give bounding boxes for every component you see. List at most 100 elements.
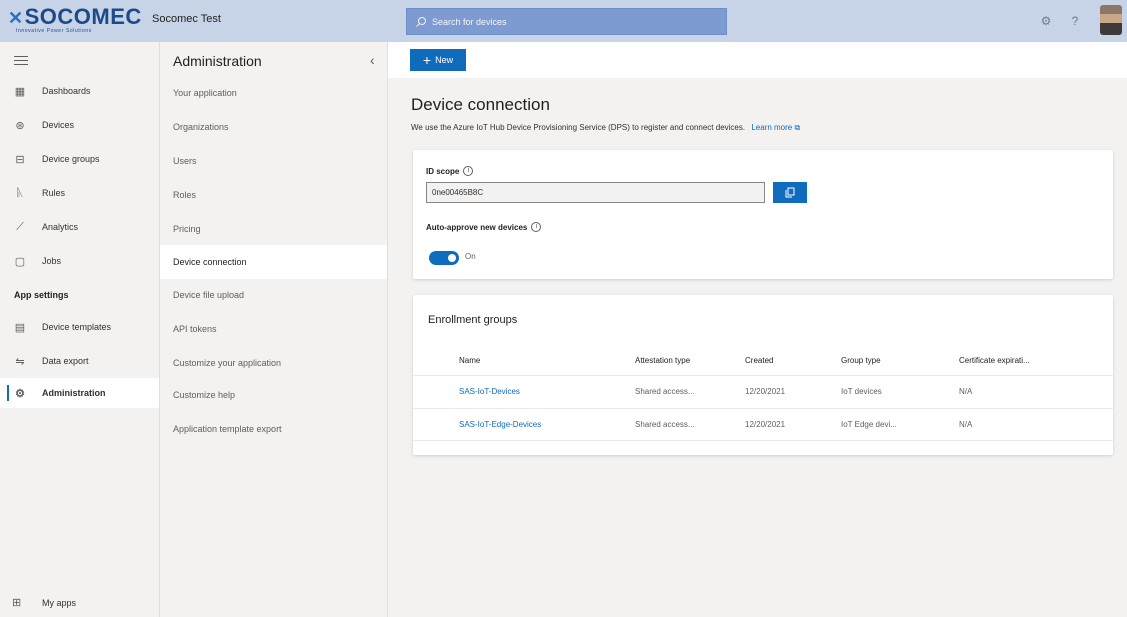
column-header-certificate-expiration[interactable]: Certificate expirati... <box>959 356 1030 365</box>
nav-section-app-settings: App settings <box>14 290 69 300</box>
nav-item-administration[interactable]: ⚙ Administration <box>0 378 159 408</box>
nav-label: Device templates <box>42 322 112 332</box>
admin-item-customize-application[interactable]: Customize your application <box>160 346 387 380</box>
jobs-icon: ▢ <box>14 255 26 268</box>
nav-item-data-export[interactable]: ⇋ Data export <box>0 346 159 376</box>
logo-text: SOCOMEC <box>24 4 142 29</box>
auto-approve-label-text: Auto-approve new devices <box>426 222 528 232</box>
my-apps-icon: ⊞ <box>12 597 22 609</box>
settings-gear-icon[interactable]: ⚙ <box>1037 12 1055 30</box>
page-title: Device connection <box>411 95 550 114</box>
admin-item-template-export[interactable]: Application template export <box>160 412 387 446</box>
socomec-logo[interactable]: ✕SOCOMEC Innovative Power Solutions <box>8 6 141 36</box>
administration-title: Administration <box>173 53 262 69</box>
rules-icon: ᚣ <box>16 187 24 199</box>
collapse-panel-chevron-icon[interactable]: ‹ <box>370 52 375 68</box>
enrollment-groups-card: Enrollment groups Name Attestation type … <box>413 295 1113 455</box>
admin-item-device-connection[interactable]: Device connection <box>160 245 387 279</box>
data-export-icon: ⇋ <box>15 355 25 368</box>
admin-item-organizations[interactable]: Organizations <box>160 110 387 144</box>
nav-item-rules[interactable]: ᚣ Rules <box>0 178 159 208</box>
help-icon[interactable]: ? <box>1066 12 1084 30</box>
auto-approve-toggle[interactable] <box>429 251 459 265</box>
learn-more-link[interactable]: Learn more ⧉ <box>751 123 800 132</box>
nav-label: Analytics <box>42 222 79 232</box>
learn-more-label: Learn more <box>751 123 793 132</box>
admin-item-device-file-upload[interactable]: Device file upload <box>160 278 387 312</box>
top-bar: ✕SOCOMEC Innovative Power Solutions Soco… <box>0 0 1127 42</box>
device-templates-icon: ▤ <box>14 321 26 334</box>
nav-item-my-apps[interactable]: ⊞ My apps <box>12 596 76 609</box>
devices-icon: ⊛ <box>15 119 25 132</box>
admin-item-users[interactable]: Users <box>160 144 387 178</box>
nav-label: My apps <box>42 597 77 608</box>
enrollment-group-name-link[interactable]: SAS-IoT-Edge-Devices <box>459 420 541 429</box>
enrollment-group-name-link[interactable]: SAS-IoT-Devices <box>459 387 520 396</box>
nav-item-dashboards[interactable]: ▦ Dashboards <box>0 76 159 106</box>
toggle-knob <box>448 254 456 262</box>
nav-label: Devices <box>42 120 75 130</box>
enrollment-groups-title: Enrollment groups <box>428 314 518 326</box>
table-row[interactable]: SAS-IoT-Edge-Devices Shared access... 12… <box>413 408 1113 441</box>
column-header-name[interactable]: Name <box>459 356 480 365</box>
logo-tagline: Innovative Power Solutions <box>16 28 92 34</box>
id-scope-label: ID scope i <box>426 166 474 176</box>
group-type-cell: IoT devices <box>841 387 882 396</box>
certificate-expiration-cell: N/A <box>959 387 973 396</box>
admin-item-roles[interactable]: Roles <box>160 178 387 212</box>
auto-approve-label: Auto-approve new devices i <box>426 222 542 232</box>
nav-item-jobs[interactable]: ▢ Jobs <box>0 246 159 276</box>
info-icon[interactable]: i <box>463 166 474 176</box>
dps-settings-card: ID scope i 0ne00465B8C Auto-approve new … <box>413 150 1113 279</box>
administration-panel: Administration ‹ Your application Organi… <box>160 42 388 617</box>
nav-item-analytics[interactable]: ⟋ Analytics <box>0 212 159 242</box>
admin-item-customize-help[interactable]: Customize help <box>160 378 387 412</box>
search-placeholder: Search for devices <box>432 16 507 27</box>
nav-label: Data export <box>42 356 89 366</box>
attestation-type-cell: Shared access... <box>635 420 695 429</box>
dashboard-icon: ▦ <box>14 85 26 98</box>
created-cell: 12/20/2021 <box>745 420 786 429</box>
new-button-label: New <box>435 55 454 65</box>
user-avatar[interactable] <box>1100 5 1122 35</box>
hamburger-menu-icon[interactable] <box>14 56 28 66</box>
id-scope-label-text: ID scope <box>426 166 460 176</box>
search-input[interactable]: Search for devices <box>406 8 727 35</box>
analytics-icon: ⟋ <box>16 220 24 233</box>
copy-button[interactable] <box>773 182 807 203</box>
main-content: + New Device connection We use the Azure… <box>388 42 1127 617</box>
logo-mark-icon: ✕ <box>8 8 24 28</box>
column-header-created[interactable]: Created <box>745 356 773 365</box>
nav-item-device-templates[interactable]: ▤ Device templates <box>0 312 159 342</box>
left-navigation: ▦ Dashboards ⊛ Devices ⊟ Device groups ᚣ… <box>0 42 160 617</box>
device-groups-icon: ⊟ <box>15 153 25 166</box>
nav-label: Device groups <box>42 154 100 164</box>
nav-item-device-groups[interactable]: ⊟ Device groups <box>0 144 159 174</box>
info-icon[interactable]: i <box>531 222 542 232</box>
table-row[interactable]: SAS-IoT-Devices Shared access... 12/20/2… <box>413 375 1113 408</box>
copy-icon <box>785 187 795 198</box>
plus-icon: + <box>422 52 432 68</box>
id-scope-field[interactable]: 0ne00465B8C <box>426 182 765 203</box>
page-description: We use the Azure IoT Hub Device Provisio… <box>411 123 800 133</box>
group-type-cell: IoT Edge devi... <box>841 420 897 429</box>
search-icon <box>416 16 426 27</box>
command-bar: + New <box>388 42 1127 78</box>
app-name[interactable]: Socomec Test <box>152 13 221 25</box>
nav-label: Dashboards <box>42 86 91 96</box>
new-button[interactable]: + New <box>410 49 466 71</box>
admin-item-api-tokens[interactable]: API tokens <box>160 312 387 346</box>
column-header-attestation-type[interactable]: Attestation type <box>635 356 690 365</box>
administration-icon: ⚙ <box>15 387 25 400</box>
toggle-state-label: On <box>465 252 476 261</box>
nav-item-devices[interactable]: ⊛ Devices <box>0 110 159 140</box>
admin-item-your-application[interactable]: Your application <box>160 76 387 110</box>
description-text: We use the Azure IoT Hub Device Provisio… <box>411 123 746 132</box>
certificate-expiration-cell: N/A <box>959 420 973 429</box>
nav-label: Rules <box>42 188 66 198</box>
created-cell: 12/20/2021 <box>745 387 786 396</box>
nav-label: Administration <box>42 388 106 398</box>
column-header-group-type[interactable]: Group type <box>841 356 881 365</box>
admin-item-pricing[interactable]: Pricing <box>160 212 387 246</box>
nav-label: Jobs <box>42 256 62 266</box>
